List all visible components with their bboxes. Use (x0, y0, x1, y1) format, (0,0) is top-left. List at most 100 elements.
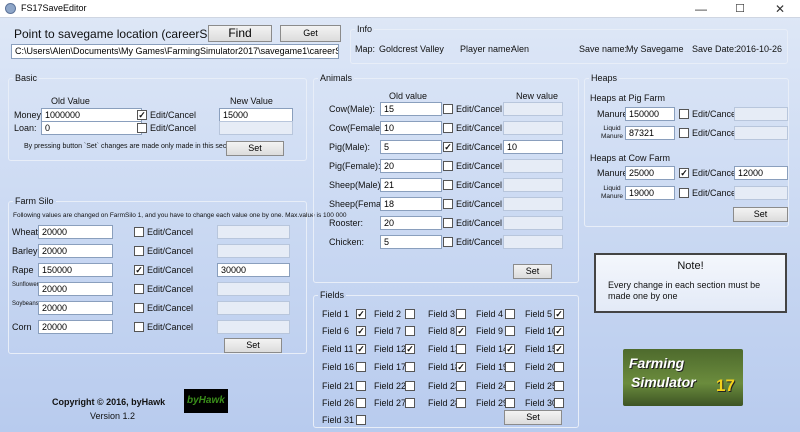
animals-new-header: New value (516, 91, 559, 101)
silo-row-new-value[interactable]: 30000 (217, 263, 290, 277)
pig-heap-row-new-value[interactable] (734, 107, 788, 121)
animal-row-new-value[interactable] (503, 178, 563, 192)
pig-heap-row-edit-label: Edit/Cancel (692, 128, 739, 138)
animal-row-new-value[interactable] (503, 216, 563, 230)
animal-row-old-value: 20 (380, 216, 442, 230)
animal-row-edit-checkbox[interactable] (443, 218, 453, 228)
get-button[interactable]: Get (280, 25, 341, 42)
silo-row-new-value[interactable] (217, 225, 290, 239)
animal-row-new-value[interactable] (503, 235, 563, 249)
basic-row-old-value: 1000000 (41, 108, 142, 122)
cow-heap-row-edit-checkbox[interactable] (679, 188, 689, 198)
animal-row-old-value: 15 (380, 102, 442, 116)
field-checkbox[interactable] (505, 309, 515, 319)
animal-row-edit-checkbox[interactable] (443, 123, 453, 133)
field-checkbox[interactable] (356, 362, 366, 372)
find-button[interactable]: Find (208, 25, 272, 42)
basic-row-new-value[interactable] (219, 121, 293, 135)
silo-row-edit-checkbox[interactable] (134, 322, 144, 332)
fields-set-button[interactable]: Set (504, 410, 562, 425)
cow-heap-row-old-value: 19000 (625, 186, 675, 200)
basic-set-button[interactable]: Set (226, 141, 284, 156)
basic-row-edit-checkbox[interactable]: ✓ (137, 110, 147, 120)
pig-heap-row-new-value[interactable] (734, 126, 788, 140)
cow-heap-row-new-value[interactable]: 12000 (734, 166, 788, 180)
field-checkbox[interactable]: ✓ (356, 309, 366, 319)
field-checkbox[interactable] (356, 381, 366, 391)
cow-heap-row-edit-checkbox[interactable]: ✓ (679, 168, 689, 178)
animal-row-edit-checkbox[interactable] (443, 180, 453, 190)
field-checkbox[interactable] (456, 398, 466, 408)
pig-heap-row-old-value: 150000 (625, 107, 675, 121)
field-checkbox[interactable] (554, 362, 564, 372)
basic-row-edit-checkbox[interactable] (137, 123, 147, 133)
field-label: Field 19 (476, 362, 509, 372)
animal-row-new-value[interactable]: 10 (503, 140, 563, 154)
field-checkbox[interactable]: ✓ (554, 309, 564, 319)
field-label: Field 25 (525, 381, 558, 391)
player-name-label: Player name: (460, 44, 514, 54)
field-checkbox[interactable] (456, 309, 466, 319)
field-checkbox[interactable] (405, 326, 415, 336)
maximize-button[interactable]: ☐ (725, 1, 755, 17)
field-checkbox[interactable] (505, 381, 515, 391)
silo-row-edit-checkbox[interactable]: ✓ (134, 265, 144, 275)
field-checkbox[interactable] (356, 415, 366, 425)
minimize-button[interactable]: — (686, 1, 716, 17)
field-checkbox[interactable]: ✓ (505, 344, 515, 354)
silo-row-new-value[interactable] (217, 320, 290, 334)
silo-row-new-value[interactable] (217, 301, 290, 315)
field-checkbox[interactable] (505, 362, 515, 372)
field-label: Field 21 (322, 381, 355, 391)
animal-row-edit-checkbox[interactable] (443, 237, 453, 247)
silo-row-edit-checkbox[interactable] (134, 227, 144, 237)
field-checkbox[interactable]: ✓ (405, 344, 415, 354)
savegame-path-input[interactable]: C:\Users\Alen\Documents\My Games\Farming… (11, 44, 339, 59)
field-checkbox[interactable] (456, 344, 466, 354)
field-label: Field 7 (374, 326, 402, 336)
save-date-value: 2016-10-26 (736, 44, 783, 54)
field-checkbox[interactable] (554, 381, 564, 391)
silo-row-edit-checkbox[interactable] (134, 284, 144, 294)
animals-set-button[interactable]: Set (513, 264, 552, 279)
animal-row-edit-checkbox[interactable] (443, 104, 453, 114)
field-checkbox[interactable]: ✓ (554, 326, 564, 336)
field-checkbox[interactable] (405, 381, 415, 391)
field-checkbox[interactable] (505, 326, 515, 336)
silo-set-button[interactable]: Set (224, 338, 282, 353)
silo-row-edit-checkbox[interactable] (134, 246, 144, 256)
animal-row-edit-checkbox[interactable] (443, 161, 453, 171)
title-bar: FS17SaveEditor — ☐ ✕ (0, 0, 800, 18)
pig-heap-row-edit-checkbox[interactable] (679, 109, 689, 119)
animal-row-edit-checkbox[interactable] (443, 199, 453, 209)
field-checkbox[interactable]: ✓ (456, 362, 466, 372)
silo-row-edit-checkbox[interactable] (134, 303, 144, 313)
animal-row-new-value[interactable] (503, 159, 563, 173)
field-checkbox[interactable] (456, 381, 466, 391)
pig-heap-row-edit-checkbox[interactable] (679, 128, 689, 138)
heaps-set-button[interactable]: Set (733, 207, 788, 222)
field-checkbox[interactable] (405, 398, 415, 408)
field-checkbox[interactable] (505, 398, 515, 408)
basic-row-new-value[interactable]: 15000 (219, 108, 293, 122)
animal-row-new-value[interactable] (503, 121, 563, 135)
animal-row-old-value: 5 (380, 235, 442, 249)
close-button[interactable]: ✕ (765, 1, 795, 17)
field-checkbox[interactable]: ✓ (356, 344, 366, 354)
field-checkbox[interactable] (356, 398, 366, 408)
field-checkbox[interactable] (405, 362, 415, 372)
silo-row-new-value[interactable] (217, 282, 290, 296)
silo-row-old-value: 20000 (38, 244, 113, 258)
field-checkbox[interactable] (405, 309, 415, 319)
animal-row-label: Sheep(Male): (329, 180, 384, 190)
animal-row-edit-checkbox[interactable]: ✓ (443, 142, 453, 152)
cow-heap-row-old-value: 25000 (625, 166, 675, 180)
silo-row-new-value[interactable] (217, 244, 290, 258)
animal-row-new-value[interactable] (503, 197, 563, 211)
cow-heap-row-new-value[interactable] (734, 186, 788, 200)
field-checkbox[interactable]: ✓ (456, 326, 466, 336)
field-checkbox[interactable] (554, 398, 564, 408)
field-checkbox[interactable]: ✓ (356, 326, 366, 336)
animal-row-new-value[interactable] (503, 102, 563, 116)
field-checkbox[interactable]: ✓ (554, 344, 564, 354)
